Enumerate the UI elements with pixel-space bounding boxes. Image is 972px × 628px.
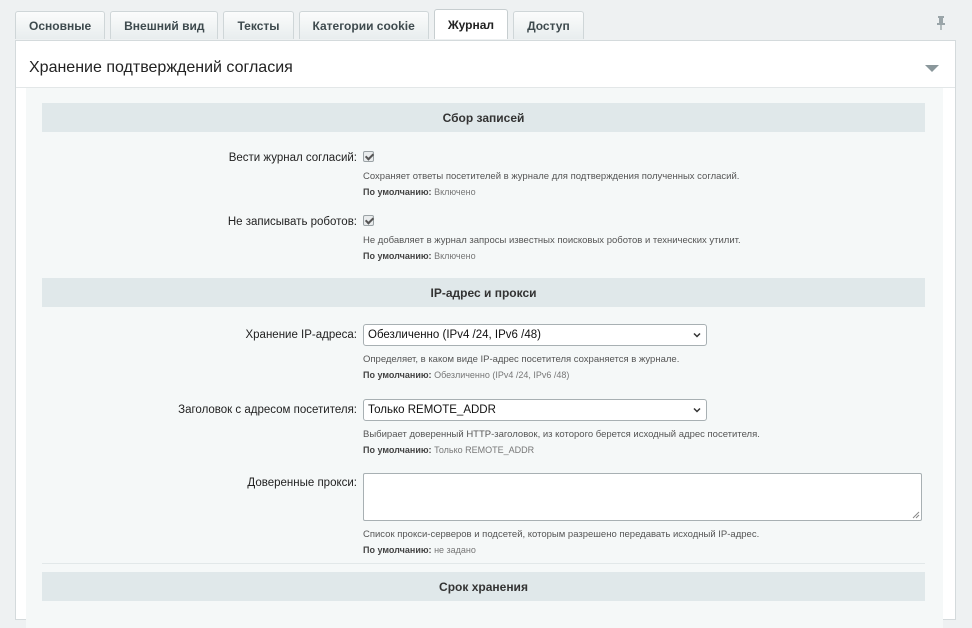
settings-panel: Хранение подтверждений согласия Сбор зап… [15,40,956,628]
tab-journal[interactable]: Журнал [433,9,509,39]
log-consents-checkbox[interactable] [363,151,374,162]
chevron-down-icon [693,407,701,413]
field-default: По умолчанию: Только REMOTE_ADDR [363,445,535,455]
tab-appearance[interactable]: Внешний вид [110,11,219,39]
field-label: Заголовок с адресом посетителя: [178,404,357,416]
field-description: Не добавляет в журнал запросы известных … [363,235,741,246]
ip-header-select[interactable]: Только REMOTE_ADDR [363,399,707,421]
select-value: Только REMOTE_ADDR [368,404,496,416]
collapse-icon[interactable] [925,65,939,72]
panel-header[interactable]: Хранение подтверждений согласия [16,41,955,88]
field-default: По умолчанию: Обезличенно (IPv4 /24, IPv… [363,370,570,380]
tab-bar: Основные Внешний вид Тексты Категории co… [15,9,584,40]
panel-title: Хранение подтверждений согласия [29,59,293,76]
field-default: По умолчанию: не задано [363,545,476,555]
section-divider [42,563,925,564]
chevron-down-icon [693,332,701,338]
field-description: Сохраняет ответы посетителей в журнале д… [363,171,740,182]
field-label: Вести журнал согласий: [228,152,357,164]
field-description: Определяет, в каком виде IP-адрес посети… [363,354,680,365]
field-description: Список прокси-серверов и подсетей, котор… [363,529,760,540]
select-value: Обезличенно (IPv4 /24, IPv6 /48) [368,329,541,341]
section-header-collection: Сбор записей [42,103,925,132]
trusted-proxies-textarea[interactable] [363,473,922,521]
section-header-retention: Срок хранения [42,572,925,601]
tab-access[interactable]: Доступ [513,11,584,39]
field-label: Доверенные прокси: [247,477,357,489]
tab-cookie-categories[interactable]: Категории cookie [298,11,429,39]
field-default: По умолчанию: Включено [363,187,476,197]
field-default: По умолчанию: Включено [363,251,476,261]
ip-storage-select[interactable]: Обезличенно (IPv4 /24, IPv6 /48) [363,324,707,346]
tab-main[interactable]: Основные [15,11,106,39]
resize-handle-icon[interactable] [910,509,920,519]
tab-texts[interactable]: Тексты [223,11,294,39]
field-description: Выбирает доверенный HTTP-заголовок, из к… [363,429,760,440]
field-label: Хранение IP-адреса: [245,329,357,341]
panel-body: Сбор записей Вести журнал согласий: Сохр… [26,88,943,628]
field-label: Не записывать роботов: [227,216,357,228]
pin-icon[interactable] [934,15,948,31]
section-header-ip: IP-адрес и прокси [42,278,925,307]
skip-robots-checkbox[interactable] [363,215,374,226]
